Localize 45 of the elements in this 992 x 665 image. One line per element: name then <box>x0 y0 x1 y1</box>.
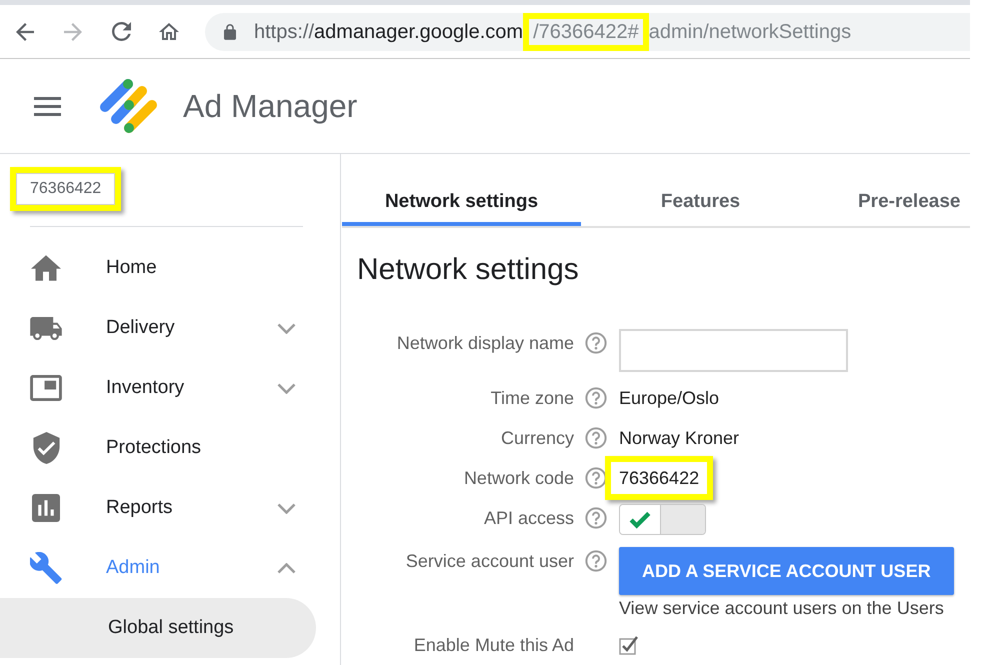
home-icon <box>31 255 61 281</box>
reload-icon <box>112 22 130 41</box>
tab[interactable]: Pre-release <box>820 176 964 226</box>
toggle-switch[interactable] <box>619 504 706 535</box>
tab[interactable]: Features <box>581 176 820 226</box>
field-label: Enable Mute this Ad <box>412 634 574 657</box>
menu-icon <box>34 96 61 116</box>
add-user-button[interactable]: ADD A SERVICE ACCOUNT USER <box>619 547 954 595</box>
url-text: https://admanager.google.com /76366422# admin/networkSettings <box>254 12 852 50</box>
app-logo <box>100 79 157 133</box>
checkmark-icon <box>629 510 651 528</box>
home-icon <box>159 23 179 40</box>
address-bar[interactable]: https://admanager.google.com /76366422# admin/networkSettings <box>205 12 970 50</box>
field-label: Network code <box>462 467 574 490</box>
forward-arrow-icon <box>64 22 82 40</box>
field-value: Norway Kroner <box>619 428 740 448</box>
window-icon <box>30 375 62 401</box>
field-label: API access <box>482 507 574 530</box>
nav-item[interactable]: Home <box>0 238 340 298</box>
field-value: 76366422 <box>605 456 714 500</box>
wrench-icon <box>30 552 62 584</box>
field-label: Currency <box>500 427 574 450</box>
tab[interactable]: Network settings <box>342 176 581 226</box>
bar-chart-icon <box>32 494 60 522</box>
back-arrow-icon <box>16 22 34 40</box>
lock-icon <box>224 24 236 40</box>
help-text: View service account users on the Users <box>619 597 945 619</box>
nav-item[interactable]: Inventory <box>0 358 340 418</box>
nav-item[interactable]: Protections <box>0 418 340 478</box>
nav-item[interactable]: Admin <box>0 538 340 598</box>
nav-subitem[interactable]: Global settings <box>0 598 316 658</box>
shield-check-icon <box>32 432 60 464</box>
text-input-field[interactable] <box>619 329 848 372</box>
menu-button[interactable] <box>34 96 61 116</box>
truck-icon <box>30 316 62 340</box>
field-label: Service account user <box>404 550 574 573</box>
page-heading: Network settings <box>357 252 580 288</box>
network-code: 76366422 <box>10 167 122 211</box>
nav-item[interactable]: Reports <box>0 478 340 538</box>
field-label: Time zone <box>490 387 574 410</box>
nav-item[interactable]: Delivery <box>0 298 340 358</box>
checkbox[interactable] <box>619 635 639 655</box>
field-label: Network display name <box>396 332 574 355</box>
field-value: Europe/Oslo <box>619 388 720 408</box>
app-title: Ad Manager <box>183 88 358 124</box>
